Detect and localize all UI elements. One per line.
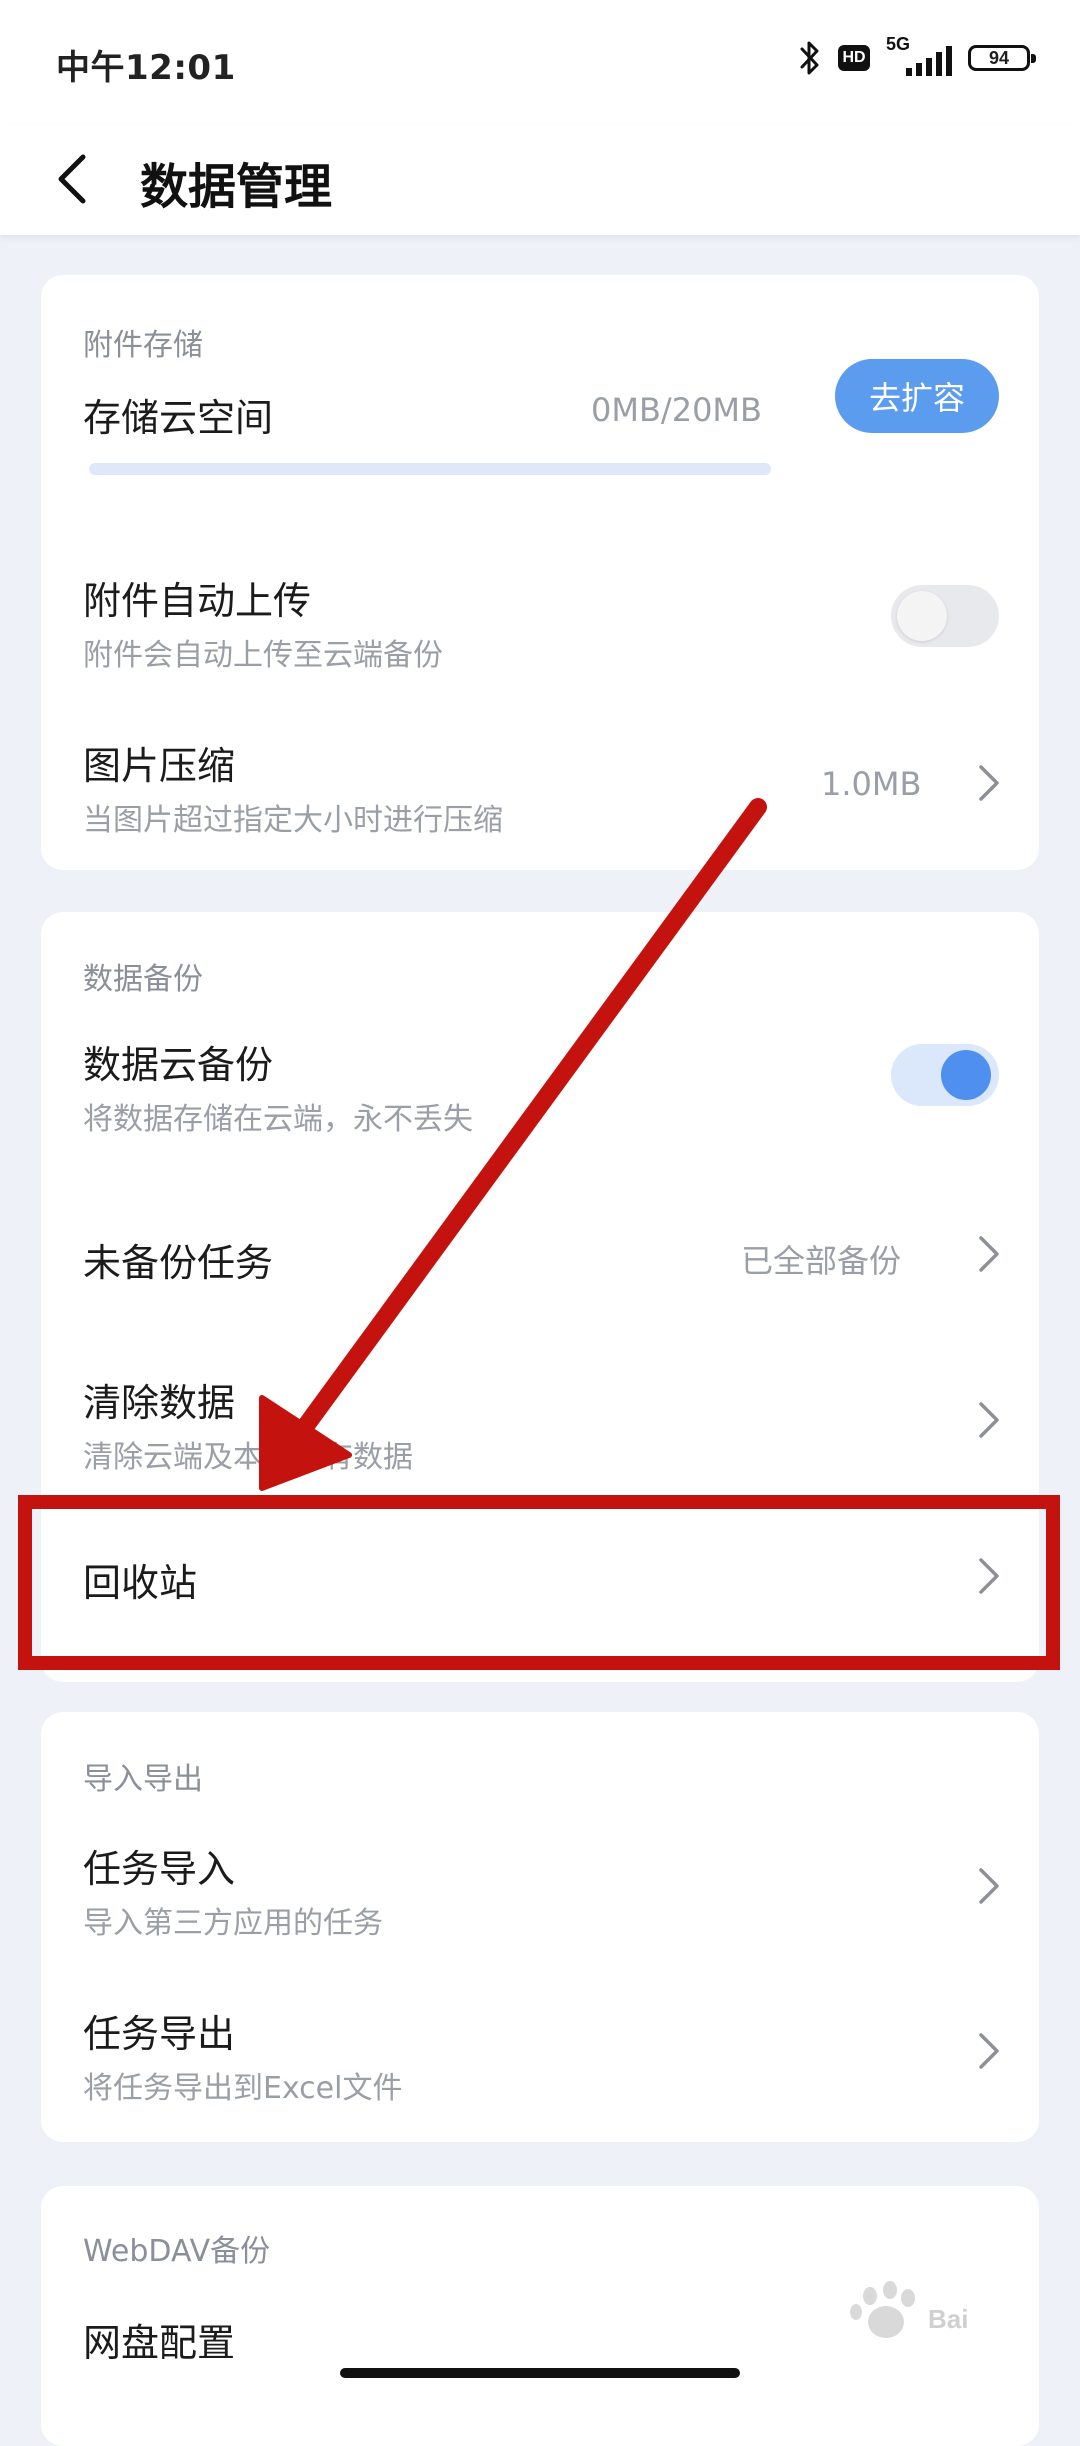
status-icons: HD 5G 94 [798,34,1036,80]
task-import-subtitle: 导入第三方应用的任务 [83,1906,383,1941]
svg-text:Bai: Bai [928,2304,968,2334]
task-import-title: 任务导入 [83,1847,236,1891]
image-compress-title: 图片压缩 [83,744,236,788]
app-bar: 数据管理 [0,125,1080,235]
task-import-row[interactable]: 任务导入 导入第三方应用的任务 [41,1842,1039,1962]
bluetooth-icon [800,41,819,75]
page-title: 数据管理 [140,159,333,215]
auto-upload-title: 附件自动上传 [83,579,312,623]
section-label-import-export: 导入导出 [83,1762,203,1797]
clear-data-title: 清除数据 [83,1381,236,1425]
disk-config-title: 网盘配置 [83,2321,236,2365]
cloud-backup-subtitle: 将数据存储在云端，永不丢失 [83,1102,473,1137]
data-backup-card: 数据备份 数据云备份 将数据存储在云端，永不丢失 未备份任务 已全部备份 清除数… [41,912,1039,1682]
image-compress-value: 1.0MB [821,765,922,803]
storage-progress-bar [89,463,771,475]
recycle-bin-row[interactable]: 回收站 [41,1552,1039,1652]
toggle-knob [941,1050,991,1100]
pending-tasks-title: 未备份任务 [83,1241,274,1285]
auto-upload-toggle[interactable] [891,585,999,647]
image-compress-row[interactable]: 图片压缩 当图片超过指定大小时进行压缩 1.0MB [41,735,1039,855]
chevron-right-icon [979,2033,999,2069]
home-indicator[interactable] [340,2368,740,2378]
cloud-space-title: 存储云空间 [83,396,274,440]
cloud-space-row: 存储云空间 0MB/20MB 去扩容 [41,359,1039,535]
back-arrow-icon [58,154,86,204]
task-export-title: 任务导出 [83,2012,236,2056]
chevron-right-icon [979,1236,999,1272]
status-bar: 中午12:01 HD 5G 94 [0,0,1080,125]
pending-tasks-row[interactable]: 未备份任务 已全部备份 [41,1232,1039,1332]
chevron-right-icon [979,1868,999,1904]
section-label-attachment-storage: 附件存储 [83,328,203,363]
chevron-right-icon [979,765,999,801]
baidu-watermark-logo: Bai [850,2281,968,2338]
expand-storage-button[interactable]: 去扩容 [835,359,999,433]
task-export-subtitle: 将任务导出到Excel文件 [83,2071,403,2106]
auto-upload-subtitle: 附件会自动上传至云端备份 [83,638,443,673]
attachment-storage-card: 附件存储 存储云空间 0MB/20MB 去扩容 附件自动上传 附件会自动上传至云… [41,275,1039,870]
chevron-right-icon [979,1558,999,1594]
task-export-row[interactable]: 任务导出 将任务导出到Excel文件 [41,2007,1039,2127]
chevron-right-icon [979,1402,999,1438]
clear-data-subtitle: 清除云端及本地所有数据 [83,1440,413,1475]
hd-icon: HD [838,45,870,71]
clear-data-row[interactable]: 清除数据 清除云端及本地所有数据 [41,1372,1039,1492]
auto-upload-row[interactable]: 附件自动上传 附件会自动上传至云端备份 [41,570,1039,690]
status-time: 中午12:01 [56,48,236,88]
section-label-webdav: WebDAV备份 [83,2234,271,2269]
battery-icon: 94 [968,45,1036,71]
pending-tasks-value: 已全部备份 [741,1242,902,1280]
battery-level: 94 [988,47,1010,68]
cloud-backup-toggle[interactable] [891,1044,999,1106]
image-compress-subtitle: 当图片超过指定大小时进行压缩 [83,803,503,838]
cloud-backup-row[interactable]: 数据云备份 将数据存储在云端，永不丢失 [41,1042,1039,1162]
cloud-backup-title: 数据云备份 [83,1043,274,1087]
cloud-space-usage: 0MB/20MB [591,391,762,429]
back-button[interactable] [40,139,104,219]
signal-icon: 5G [886,34,952,80]
toggle-knob [897,591,947,641]
section-label-data-backup: 数据备份 [83,962,203,997]
import-export-card: 导入导出 任务导入 导入第三方应用的任务 任务导出 将任务导出到Excel文件 [41,1712,1039,2142]
recycle-bin-title: 回收站 [83,1561,198,1605]
